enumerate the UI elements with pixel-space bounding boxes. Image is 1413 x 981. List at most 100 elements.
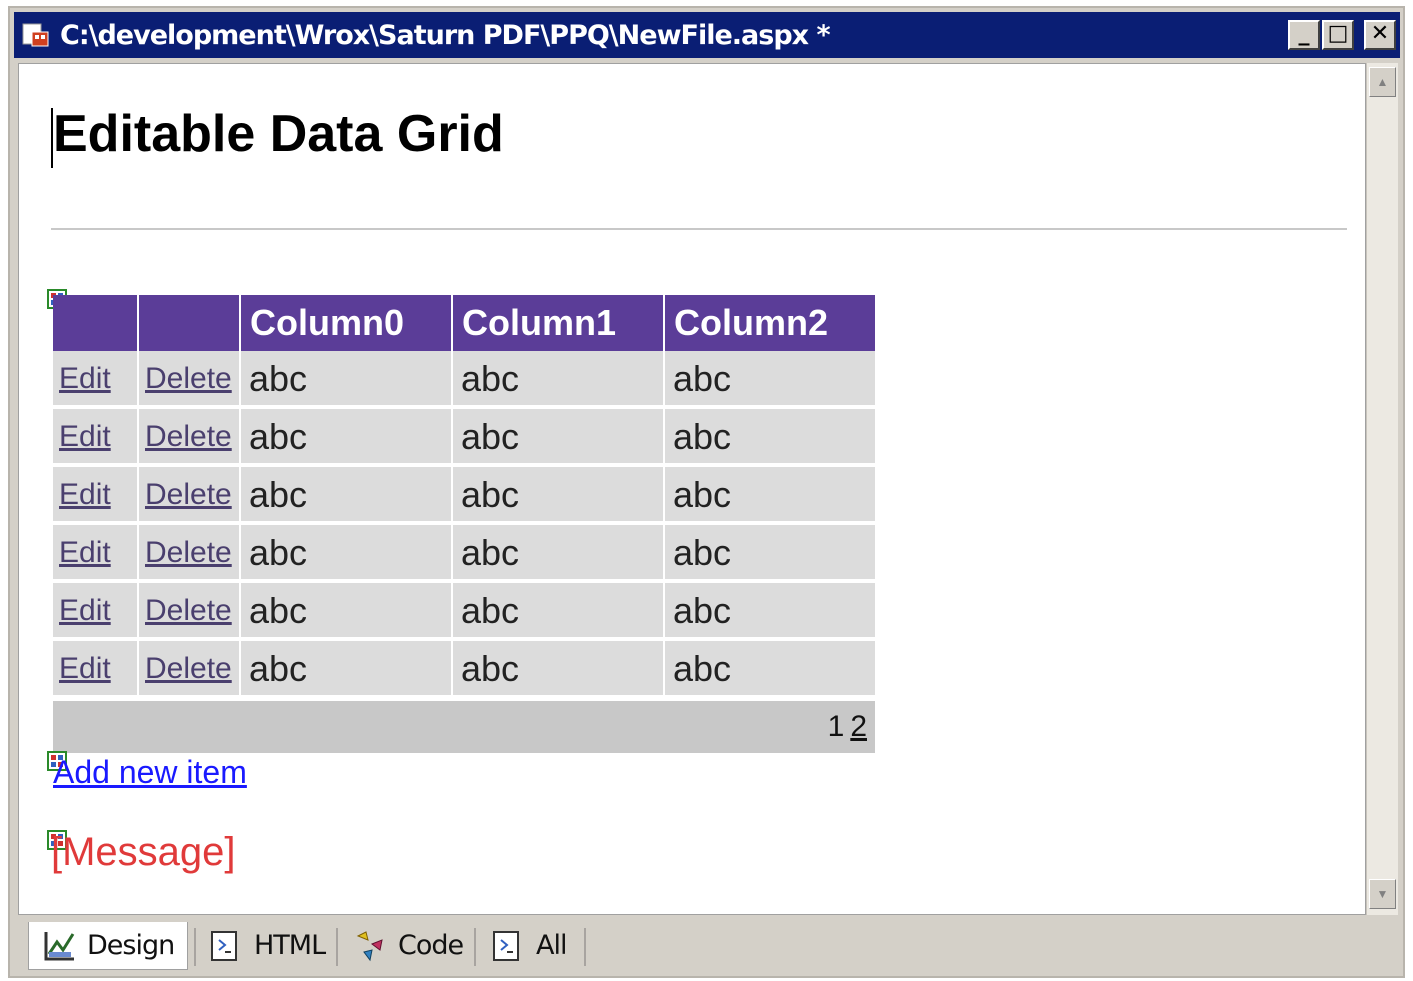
table-cell: Delete: [139, 525, 241, 581]
table-cell: Edit: [53, 641, 139, 697]
table-cell: abc: [241, 525, 453, 581]
close-button[interactable]: ✕: [1364, 20, 1396, 50]
delete-link[interactable]: Delete: [139, 536, 232, 569]
delete-link[interactable]: Delete: [139, 362, 232, 395]
delete-link[interactable]: Delete: [139, 420, 232, 453]
table-cell: abc: [453, 351, 665, 407]
cell-column1: abc: [461, 416, 520, 457]
cell-column1: abc: [461, 648, 520, 689]
tab-all-label: All: [536, 930, 568, 961]
edit-link[interactable]: Edit: [53, 362, 111, 395]
tab-design-label: Design: [87, 930, 175, 961]
tab-separator: [474, 928, 476, 966]
cell-column0: abc: [249, 474, 308, 515]
cell-column1: abc: [461, 590, 520, 631]
design-icon: [44, 932, 75, 961]
tab-html[interactable]: HTML: [196, 922, 336, 970]
edit-link[interactable]: Edit: [53, 420, 111, 453]
table-cell: abc: [453, 409, 665, 465]
minimize-button[interactable]: _: [1288, 20, 1320, 50]
window-title: C:\development\Wrox\Saturn PDF\PPQ\NewFi…: [60, 20, 831, 51]
page-title: Editable Data Grid: [53, 105, 504, 163]
tab-separator: [584, 928, 586, 966]
table-cell: abc: [665, 641, 875, 697]
vertical-scrollbar[interactable]: ▲ ▼: [1366, 63, 1398, 915]
table-cell: abc: [453, 467, 665, 523]
cell-column2: abc: [673, 532, 732, 573]
tab-code-label: Code: [398, 930, 464, 961]
editor-window: C:\development\Wrox\Saturn PDF\PPQ\NewFi…: [8, 6, 1405, 978]
header-column1: Column1: [453, 295, 665, 351]
tab-html-label: HTML: [254, 930, 326, 961]
cell-column0: abc: [249, 416, 308, 457]
edit-link[interactable]: Edit: [53, 536, 111, 569]
cell-column2: abc: [673, 648, 732, 689]
all-icon: [493, 931, 519, 961]
table-cell: abc: [241, 351, 453, 407]
scroll-up-icon[interactable]: ▲: [1369, 67, 1396, 97]
table-cell: abc: [665, 351, 875, 407]
header-column0: Column0: [241, 295, 453, 351]
aspx-file-icon: [22, 23, 49, 47]
delete-link[interactable]: Delete: [139, 478, 232, 511]
grid-pager: 12: [53, 701, 875, 753]
table-cell: Delete: [139, 351, 241, 407]
table-cell: Delete: [139, 641, 241, 697]
tab-code[interactable]: Code: [340, 922, 470, 970]
cell-column2: abc: [673, 358, 732, 399]
table-cell: abc: [665, 467, 875, 523]
table-cell: abc: [453, 525, 665, 581]
cell-column0: abc: [249, 590, 308, 631]
cell-column1: abc: [461, 532, 520, 573]
horizontal-rule: [51, 228, 1347, 230]
cell-column0: abc: [249, 532, 308, 573]
table-cell: Edit: [53, 409, 139, 465]
table-cell: Edit: [53, 525, 139, 581]
data-grid: Column0 Column1 Column2 Edit Delete abc abc…: [53, 295, 875, 753]
cell-column0: abc: [249, 358, 308, 399]
tab-design[interactable]: Design: [28, 922, 188, 970]
delete-link[interactable]: Delete: [139, 652, 232, 685]
table-cell: abc: [453, 583, 665, 639]
table-cell: Delete: [139, 467, 241, 523]
table-cell: Delete: [139, 583, 241, 639]
design-surface[interactable]: Editable Data Grid Column0 Column1 Colum…: [18, 63, 1366, 915]
edit-link[interactable]: Edit: [53, 594, 111, 627]
html-icon: [211, 931, 237, 961]
cell-column1: abc: [461, 474, 520, 515]
title-bar[interactable]: C:\development\Wrox\Saturn PDF\PPQ\NewFi…: [14, 12, 1400, 58]
table-cell: Delete: [139, 409, 241, 465]
cell-column2: abc: [673, 416, 732, 457]
code-icon: [356, 931, 383, 962]
table-cell: abc: [241, 583, 453, 639]
table-cell: Edit: [53, 583, 139, 639]
table-cell: abc: [665, 583, 875, 639]
view-tabs: Design HTML Code All: [18, 920, 1398, 972]
cell-column0: abc: [249, 648, 308, 689]
pager-current-page: 1: [827, 710, 845, 743]
table-cell: abc: [241, 467, 453, 523]
header-delete-column: [139, 295, 241, 351]
pager-page-link[interactable]: 2: [850, 710, 867, 743]
tab-all[interactable]: All: [478, 922, 582, 970]
tab-separator: [336, 928, 338, 966]
cell-column2: abc: [673, 474, 732, 515]
table-cell: abc: [241, 409, 453, 465]
header-column2: Column2: [665, 295, 875, 351]
table-cell: Edit: [53, 467, 139, 523]
message-label[interactable]: [Message]: [51, 830, 236, 875]
edit-link[interactable]: Edit: [53, 652, 111, 685]
cell-column2: abc: [673, 590, 732, 631]
add-new-item-link[interactable]: Add new item: [53, 754, 247, 791]
table-cell: abc: [665, 409, 875, 465]
table-cell: abc: [241, 641, 453, 697]
edit-link[interactable]: Edit: [53, 478, 111, 511]
table-cell: Edit: [53, 351, 139, 407]
cell-column1: abc: [461, 358, 520, 399]
scroll-down-icon[interactable]: ▼: [1369, 879, 1396, 909]
maximize-button[interactable]: □: [1322, 20, 1354, 50]
table-cell: abc: [453, 641, 665, 697]
table-cell: abc: [665, 525, 875, 581]
header-edit-column: [53, 295, 139, 351]
delete-link[interactable]: Delete: [139, 594, 232, 627]
